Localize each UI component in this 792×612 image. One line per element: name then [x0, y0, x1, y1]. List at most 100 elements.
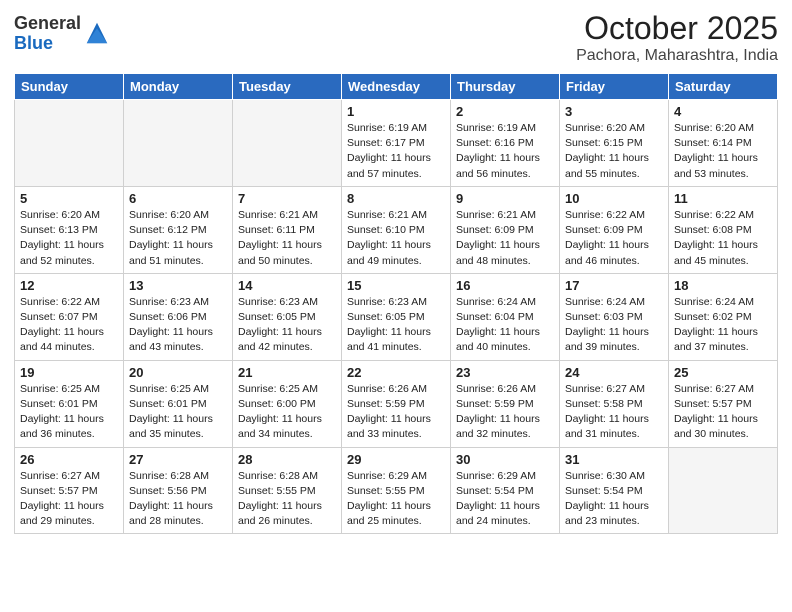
calendar-cell: 14 Sunrise: 6:23 AMSunset: 6:05 PMDayligh…: [233, 273, 342, 360]
day-number: 28: [238, 452, 336, 467]
day-info: Sunrise: 6:20 AMSunset: 6:12 PMDaylight:…: [129, 208, 227, 269]
logo-general: General: [14, 14, 81, 34]
day-info: Sunrise: 6:23 AMSunset: 6:06 PMDaylight:…: [129, 295, 227, 356]
day-number: 27: [129, 452, 227, 467]
day-number: 22: [347, 365, 445, 380]
weekday-header-sunday: Sunday: [15, 74, 124, 100]
calendar-cell: 8 Sunrise: 6:21 AMSunset: 6:10 PMDaylight…: [342, 186, 451, 273]
calendar-header-row: SundayMondayTuesdayWednesdayThursdayFrid…: [15, 74, 778, 100]
day-number: 13: [129, 278, 227, 293]
day-number: 14: [238, 278, 336, 293]
calendar-cell: [669, 447, 778, 534]
day-number: 4: [674, 104, 772, 119]
calendar-cell: 12 Sunrise: 6:22 AMSunset: 6:07 PMDayligh…: [15, 273, 124, 360]
calendar-cell: [15, 100, 124, 187]
calendar-week-row: 19 Sunrise: 6:25 AMSunset: 6:01 PMDayligh…: [15, 360, 778, 447]
day-info: Sunrise: 6:25 AMSunset: 6:01 PMDaylight:…: [20, 382, 118, 443]
logo: General Blue: [14, 14, 111, 54]
day-info: Sunrise: 6:21 AMSunset: 6:11 PMDaylight:…: [238, 208, 336, 269]
day-info: Sunrise: 6:27 AMSunset: 5:57 PMDaylight:…: [20, 469, 118, 530]
calendar-cell: 19 Sunrise: 6:25 AMSunset: 6:01 PMDayligh…: [15, 360, 124, 447]
day-info: Sunrise: 6:29 AMSunset: 5:54 PMDaylight:…: [456, 469, 554, 530]
weekday-header-wednesday: Wednesday: [342, 74, 451, 100]
calendar-week-row: 12 Sunrise: 6:22 AMSunset: 6:07 PMDayligh…: [15, 273, 778, 360]
logo-blue: Blue: [14, 34, 81, 54]
day-number: 25: [674, 365, 772, 380]
calendar-cell: 6 Sunrise: 6:20 AMSunset: 6:12 PMDaylight…: [124, 186, 233, 273]
calendar-cell: 15Sunrise: 6:23 AMSunset: 6:05 PMDayligh…: [342, 273, 451, 360]
day-number: 18: [674, 278, 772, 293]
day-number: 21: [238, 365, 336, 380]
day-number: 8: [347, 191, 445, 206]
weekday-header-saturday: Saturday: [669, 74, 778, 100]
calendar-week-row: 5 Sunrise: 6:20 AMSunset: 6:13 PMDaylight…: [15, 186, 778, 273]
calendar-cell: 30 Sunrise: 6:29 AMSunset: 5:54 PMDayligh…: [451, 447, 560, 534]
calendar-cell: 4 Sunrise: 6:20 AMSunset: 6:14 PMDaylight…: [669, 100, 778, 187]
calendar-cell: 7 Sunrise: 6:21 AMSunset: 6:11 PMDaylight…: [233, 186, 342, 273]
day-number: 9: [456, 191, 554, 206]
calendar-cell: 28Sunrise: 6:28 AMSunset: 5:55 PMDayligh…: [233, 447, 342, 534]
calendar-cell: 26 Sunrise: 6:27 AMSunset: 5:57 PMDayligh…: [15, 447, 124, 534]
title-block: October 2025 Pachora, Maharashtra, India: [576, 10, 778, 65]
day-number: 3: [565, 104, 663, 119]
logo-text: General Blue: [14, 14, 81, 54]
calendar-cell: 5 Sunrise: 6:20 AMSunset: 6:13 PMDaylight…: [15, 186, 124, 273]
calendar-cell: 17 Sunrise: 6:24 AMSunset: 6:03 PMDayligh…: [560, 273, 669, 360]
calendar-cell: [124, 100, 233, 187]
calendar-cell: 31Sunrise: 6:30 AMSunset: 5:54 PMDayligh…: [560, 447, 669, 534]
day-number: 31: [565, 452, 663, 467]
day-number: 17: [565, 278, 663, 293]
day-info: Sunrise: 6:29 AMSunset: 5:55 PMDaylight:…: [347, 469, 445, 530]
day-info: Sunrise: 6:24 AMSunset: 6:02 PMDaylight:…: [674, 295, 772, 356]
day-info: Sunrise: 6:20 AMSunset: 6:14 PMDaylight:…: [674, 121, 772, 182]
day-info: Sunrise: 6:20 AMSunset: 6:13 PMDaylight:…: [20, 208, 118, 269]
calendar-cell: 16Sunrise: 6:24 AMSunset: 6:04 PMDayligh…: [451, 273, 560, 360]
day-number: 29: [347, 452, 445, 467]
day-number: 10: [565, 191, 663, 206]
day-number: 2: [456, 104, 554, 119]
day-info: Sunrise: 6:19 AMSunset: 6:16 PMDaylight:…: [456, 121, 554, 182]
weekday-header-tuesday: Tuesday: [233, 74, 342, 100]
calendar-cell: 25Sunrise: 6:27 AMSunset: 5:57 PMDayligh…: [669, 360, 778, 447]
day-info: Sunrise: 6:21 AMSunset: 6:10 PMDaylight:…: [347, 208, 445, 269]
month-title: October 2025: [576, 10, 778, 47]
day-info: Sunrise: 6:22 AMSunset: 6:08 PMDaylight:…: [674, 208, 772, 269]
header: General Blue October 2025 Pachora, Mahar…: [14, 10, 778, 65]
day-number: 7: [238, 191, 336, 206]
calendar-cell: [233, 100, 342, 187]
day-number: 19: [20, 365, 118, 380]
day-info: Sunrise: 6:23 AMSunset: 6:05 PMDaylight:…: [347, 295, 445, 356]
day-info: Sunrise: 6:19 AMSunset: 6:17 PMDaylight:…: [347, 121, 445, 182]
weekday-header-thursday: Thursday: [451, 74, 560, 100]
day-info: Sunrise: 6:24 AMSunset: 6:03 PMDaylight:…: [565, 295, 663, 356]
day-number: 11: [674, 191, 772, 206]
calendar-cell: 10 Sunrise: 6:22 AMSunset: 6:09 PMDayligh…: [560, 186, 669, 273]
calendar-cell: 23Sunrise: 6:26 AMSunset: 5:59 PMDayligh…: [451, 360, 560, 447]
day-number: 30: [456, 452, 554, 467]
day-info: Sunrise: 6:26 AMSunset: 5:59 PMDaylight:…: [347, 382, 445, 443]
calendar-cell: 2 Sunrise: 6:19 AMSunset: 6:16 PMDaylight…: [451, 100, 560, 187]
day-number: 24: [565, 365, 663, 380]
calendar-week-row: 26 Sunrise: 6:27 AMSunset: 5:57 PMDayligh…: [15, 447, 778, 534]
day-number: 26: [20, 452, 118, 467]
calendar-table: SundayMondayTuesdayWednesdayThursdayFrid…: [14, 73, 778, 534]
calendar-cell: 20 Sunrise: 6:25 AMSunset: 6:01 PMDayligh…: [124, 360, 233, 447]
day-number: 6: [129, 191, 227, 206]
day-info: Sunrise: 6:28 AMSunset: 5:56 PMDaylight:…: [129, 469, 227, 530]
page: General Blue October 2025 Pachora, Mahar…: [0, 0, 792, 612]
day-info: Sunrise: 6:22 AMSunset: 6:07 PMDaylight:…: [20, 295, 118, 356]
day-info: Sunrise: 6:26 AMSunset: 5:59 PMDaylight:…: [456, 382, 554, 443]
day-number: 1: [347, 104, 445, 119]
day-number: 20: [129, 365, 227, 380]
day-info: Sunrise: 6:25 AMSunset: 6:01 PMDaylight:…: [129, 382, 227, 443]
calendar-cell: 18 Sunrise: 6:24 AMSunset: 6:02 PMDayligh…: [669, 273, 778, 360]
day-info: Sunrise: 6:20 AMSunset: 6:15 PMDaylight:…: [565, 121, 663, 182]
day-number: 12: [20, 278, 118, 293]
weekday-header-friday: Friday: [560, 74, 669, 100]
day-number: 5: [20, 191, 118, 206]
day-info: Sunrise: 6:22 AMSunset: 6:09 PMDaylight:…: [565, 208, 663, 269]
day-info: Sunrise: 6:23 AMSunset: 6:05 PMDaylight:…: [238, 295, 336, 356]
day-info: Sunrise: 6:21 AMSunset: 6:09 PMDaylight:…: [456, 208, 554, 269]
day-number: 16: [456, 278, 554, 293]
calendar-cell: 3 Sunrise: 6:20 AMSunset: 6:15 PMDaylight…: [560, 100, 669, 187]
